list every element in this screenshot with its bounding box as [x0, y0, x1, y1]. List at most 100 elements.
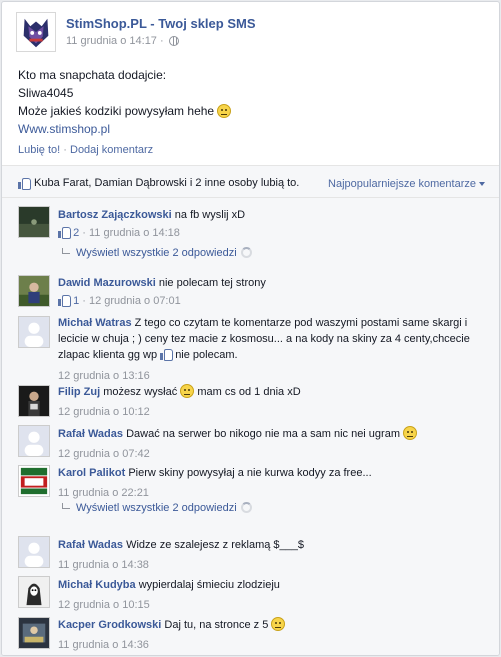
comment-author[interactable]: Filip Zuj — [58, 386, 100, 398]
comment-meta: 11 grudnia o 22:21 — [58, 485, 488, 501]
comment-body: Karol Palikot Pierw skiny powysyłaj a ni… — [58, 465, 488, 501]
comment-meta: 12 grudnia o 10:15 — [58, 597, 488, 613]
comment-author[interactable]: Karol Palikot — [58, 467, 125, 479]
comment-text-after: nie polecam. — [175, 349, 238, 361]
comment-meta: 12 grudnia o 07:42 — [58, 446, 488, 462]
comment-time[interactable]: 11 grudnia o 14:38 — [58, 559, 149, 571]
page-logo-icon — [17, 13, 55, 51]
thumb-icon — [18, 177, 31, 190]
likes-summary[interactable]: Kuba Farat, Damian Dąbrowski i 2 inne os… — [34, 177, 299, 189]
spinner-icon — [240, 502, 252, 513]
avatar-image — [19, 618, 49, 648]
avatar[interactable] — [18, 576, 50, 608]
view-replies-link[interactable]: Wyświetl wszystkie 2 odpowiedzi — [62, 247, 252, 259]
view-replies-link[interactable]: Wyświetl wszystkie 2 odpowiedzi — [62, 502, 252, 514]
comment-text: możesz wysłać — [103, 386, 178, 398]
avatar[interactable] — [18, 385, 50, 417]
avatar-image — [19, 276, 49, 306]
comment-body: Kacper Grodkowski Daj tu, na stronce z 5… — [58, 617, 488, 653]
comment-time[interactable]: 11 grudnia o 14:18 — [89, 227, 180, 239]
post-meta: 11 grudnia o 14:17 · — [66, 35, 179, 47]
avatar[interactable] — [18, 316, 50, 348]
comment-author[interactable]: Kacper Grodkowski — [58, 619, 161, 631]
comment-meta: 12 grudnia o 13:16 — [58, 368, 488, 384]
comment-author[interactable]: Rafał Wadas — [58, 539, 123, 551]
comment-body: Rafał Wadas Widze ze szalejesz z reklamą… — [58, 537, 488, 573]
avatar-image — [19, 207, 49, 237]
comment-time[interactable]: 12 grudnia o 07:01 — [89, 295, 181, 307]
thumb-icon — [160, 348, 174, 361]
avatar[interactable] — [18, 206, 50, 238]
globe-icon — [168, 36, 179, 47]
add-comment-button[interactable]: Dodaj komentarz — [70, 144, 153, 156]
smiley-icon — [403, 426, 418, 440]
comment-meta: 11 grudnia o 14:38 — [58, 557, 488, 573]
view-replies-label: Wyświetl wszystkie 2 odpowiedzi — [76, 502, 237, 514]
meta-separator: · — [82, 295, 86, 307]
post-line-text: Może jakieś kodziki powysyłam hehe — [18, 104, 215, 118]
comment-time[interactable]: 12 grudnia o 07:42 — [58, 448, 150, 460]
comment-body: Michał Kudyba wypierdalaj śmieciu zlodzi… — [58, 577, 488, 613]
spinner-icon — [240, 247, 252, 258]
post-header: StimShop.PL - Twoj sklep SMS 11 grudnia … — [2, 2, 499, 54]
action-separator: · — [63, 144, 67, 156]
comment-body: Filip Zuj możesz wysłać mam cs od 1 dnia… — [58, 384, 488, 420]
comment-text: Pierw skiny powysyłaj a nie kurwa kodyy … — [128, 467, 372, 479]
comment-meta: 11 grudnia o 14:36 — [58, 637, 488, 653]
like-count[interactable]: 1 — [73, 295, 79, 307]
post-card: StimShop.PL - Twoj sklep SMS 11 grudnia … — [1, 1, 500, 656]
comment-text: Dawać na serwer bo nikogo nie ma a sam n… — [126, 428, 400, 440]
like-count[interactable]: 2 — [73, 227, 79, 239]
comment-time[interactable]: 11 grudnia o 14:36 — [58, 639, 149, 651]
page-avatar[interactable] — [16, 12, 56, 52]
comment-author[interactable]: Bartosz Zajączkowski — [58, 209, 172, 221]
smiley-icon — [271, 617, 286, 631]
comment-author[interactable]: Michał Watras — [58, 317, 132, 329]
default-avatar-icon — [19, 317, 49, 347]
comment-text: na fb wyslij xD — [174, 209, 246, 221]
comment-author[interactable]: Michał Kudyba — [58, 579, 136, 591]
comment-text: wypierdalaj śmieciu zlodzieju — [138, 579, 280, 591]
comment-body: Bartosz Zajączkowski na fb wyslij xD 2 ·… — [58, 207, 488, 241]
comment-body: Michał Watras Z tego co czytam te koment… — [58, 315, 488, 384]
post-actions: Lubię to! · Dodaj komentarz — [18, 144, 153, 156]
comment-time[interactable]: 11 grudnia o 22:21 — [58, 487, 149, 499]
post-body: Kto ma snapchata dodajcie: Sliwa4045 Moż… — [18, 66, 488, 138]
reply-arrow-icon — [62, 503, 70, 509]
post-timestamp[interactable]: 11 grudnia o 14:17 — [66, 35, 157, 47]
like-button[interactable]: Lubię to! — [18, 144, 60, 156]
comment-sort-dropdown[interactable]: Najpopularniejsze komentarze — [328, 178, 485, 190]
avatar[interactable] — [18, 536, 50, 568]
comment-time[interactable]: 12 grudnia o 10:15 — [58, 599, 150, 611]
avatar[interactable] — [18, 425, 50, 457]
comment-meta: 2 · 11 grudnia o 14:18 — [58, 225, 488, 241]
avatar[interactable] — [18, 617, 50, 649]
comment-text-after: mam cs od 1 dnia xD — [197, 386, 301, 398]
comment-text: Widze ze szalejesz z reklamą $___$ — [126, 539, 304, 551]
comment-text: nie polecam tej strony — [158, 277, 266, 289]
post-line: Kto ma snapchata dodajcie: — [18, 68, 167, 82]
avatar[interactable] — [18, 465, 50, 497]
comment-meta: 12 grudnia o 10:12 — [58, 404, 488, 420]
meta-separator: · — [82, 227, 86, 239]
comment-body: Rafał Wadas Dawać na serwer bo nikogo ni… — [58, 426, 488, 462]
post-link[interactable]: Www.stimshop.pl — [18, 120, 488, 138]
thumb-icon — [58, 226, 71, 239]
post-line: Sliwa4045 — [18, 86, 74, 100]
comment-time[interactable]: 12 grudnia o 13:16 — [58, 370, 150, 382]
comment-body: Dawid Mazurowski nie polecam tej strony … — [58, 275, 488, 309]
comments-section: Kuba Farat, Damian Dąbrowski i 2 inne os… — [2, 165, 499, 655]
default-avatar-icon — [19, 426, 49, 456]
page-name[interactable]: StimShop.PL - Twoj sklep SMS — [66, 16, 255, 31]
smiley-icon — [217, 104, 232, 118]
avatar-image — [19, 466, 49, 496]
avatar[interactable] — [18, 275, 50, 307]
likes-bar: Kuba Farat, Damian Dąbrowski i 2 inne os… — [2, 166, 499, 198]
comment-time[interactable]: 12 grudnia o 10:12 — [58, 406, 150, 418]
sort-label: Najpopularniejsze komentarze — [328, 178, 476, 190]
comment-author[interactable]: Dawid Mazurowski — [58, 277, 156, 289]
avatar-image — [19, 577, 49, 607]
comment-author[interactable]: Rafał Wadas — [58, 428, 123, 440]
smiley-icon — [180, 384, 195, 398]
thumb-icon — [58, 294, 71, 307]
